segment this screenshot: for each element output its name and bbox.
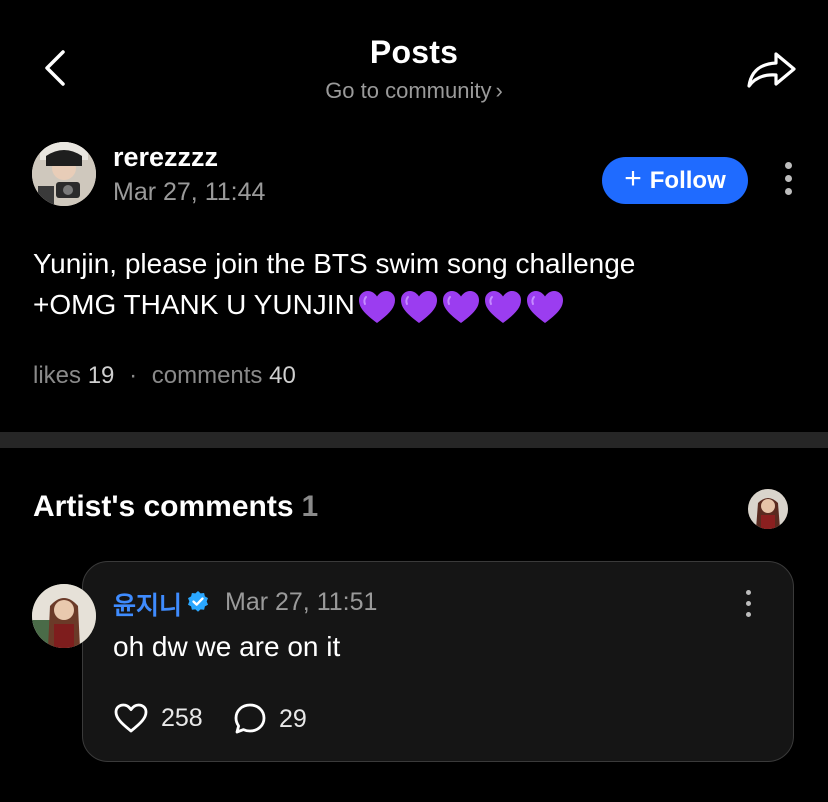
purple-heart-icon [484, 290, 521, 323]
artist-avatar-small[interactable] [748, 489, 788, 529]
more-dot [784, 188, 792, 195]
comments-count: 40 [269, 362, 296, 389]
page-title: Posts [369, 34, 459, 70]
artist-comments-count: 1 [301, 490, 319, 523]
comments-label: comments [151, 362, 263, 389]
more-vertical-icon [745, 590, 751, 595]
comment-text: oh dw we are on it [113, 631, 341, 662]
more-dot [784, 175, 792, 182]
author-avatar[interactable] [32, 142, 96, 206]
post-body: Yunjin, please join the BTS swim song ch… [33, 243, 793, 325]
likes-label: likes [33, 362, 82, 389]
commenter-avatar-photo [32, 584, 96, 648]
comment-like-count: 258 [161, 703, 203, 732]
post-body-line-2-text: +OMG THANK U YUNJIN [33, 289, 355, 320]
purple-heart-icon [442, 290, 479, 323]
artist-comments-title: Artist's comments [33, 490, 294, 523]
section-divider [0, 432, 828, 448]
comment-more-options-button[interactable] [738, 590, 758, 617]
comment-timestamp: Mar 27, 11:51 [225, 588, 378, 616]
community-link-label: Go to community [325, 78, 492, 103]
follow-button[interactable]: + Follow [602, 157, 748, 204]
follow-label: Follow [649, 166, 726, 194]
comment-like-button[interactable]: 258 [113, 702, 203, 734]
commenter-avatar[interactable] [32, 584, 96, 648]
artist-avatar-small-photo [748, 489, 788, 529]
purple-heart-icon [526, 290, 563, 323]
post-more-options-button[interactable] [778, 162, 798, 195]
chevron-right-icon: › [495, 78, 503, 103]
verified-badge-icon [186, 590, 210, 614]
more-dot [745, 601, 751, 606]
purple-heart-icon [400, 290, 437, 323]
more-dot [745, 612, 751, 617]
artist-comments-heading: Artist's comments 1 [33, 490, 318, 524]
share-arrow-icon [747, 52, 796, 88]
artist-name[interactable]: 윤지니 [113, 586, 182, 622]
share-button[interactable] [746, 50, 798, 90]
purple-heart-emojis [357, 289, 565, 325]
speech-bubble-icon [234, 703, 266, 734]
post-body-line-2: +OMG THANK U YUNJIN [33, 284, 793, 325]
plus-icon: + [624, 162, 642, 195]
author-avatar-photo [32, 142, 96, 206]
purple-heart-icon [358, 290, 395, 323]
stats-separator: · [129, 362, 138, 389]
comment-reply-button[interactable]: 29 [233, 702, 307, 736]
more-vertical-icon [784, 162, 792, 169]
post-timestamp: Mar 27, 11:44 [113, 178, 266, 206]
go-to-community-link[interactable]: Go to community › [0, 78, 828, 104]
comment-reply-count: 29 [279, 704, 307, 733]
post-stats: likes 19 · comments 40 [33, 362, 296, 390]
author-username[interactable]: rerezzzz [113, 142, 218, 173]
heart-outline-icon [114, 703, 148, 733]
likes-count: 19 [87, 362, 115, 389]
post-body-line-1: Yunjin, please join the BTS swim song ch… [33, 248, 636, 279]
